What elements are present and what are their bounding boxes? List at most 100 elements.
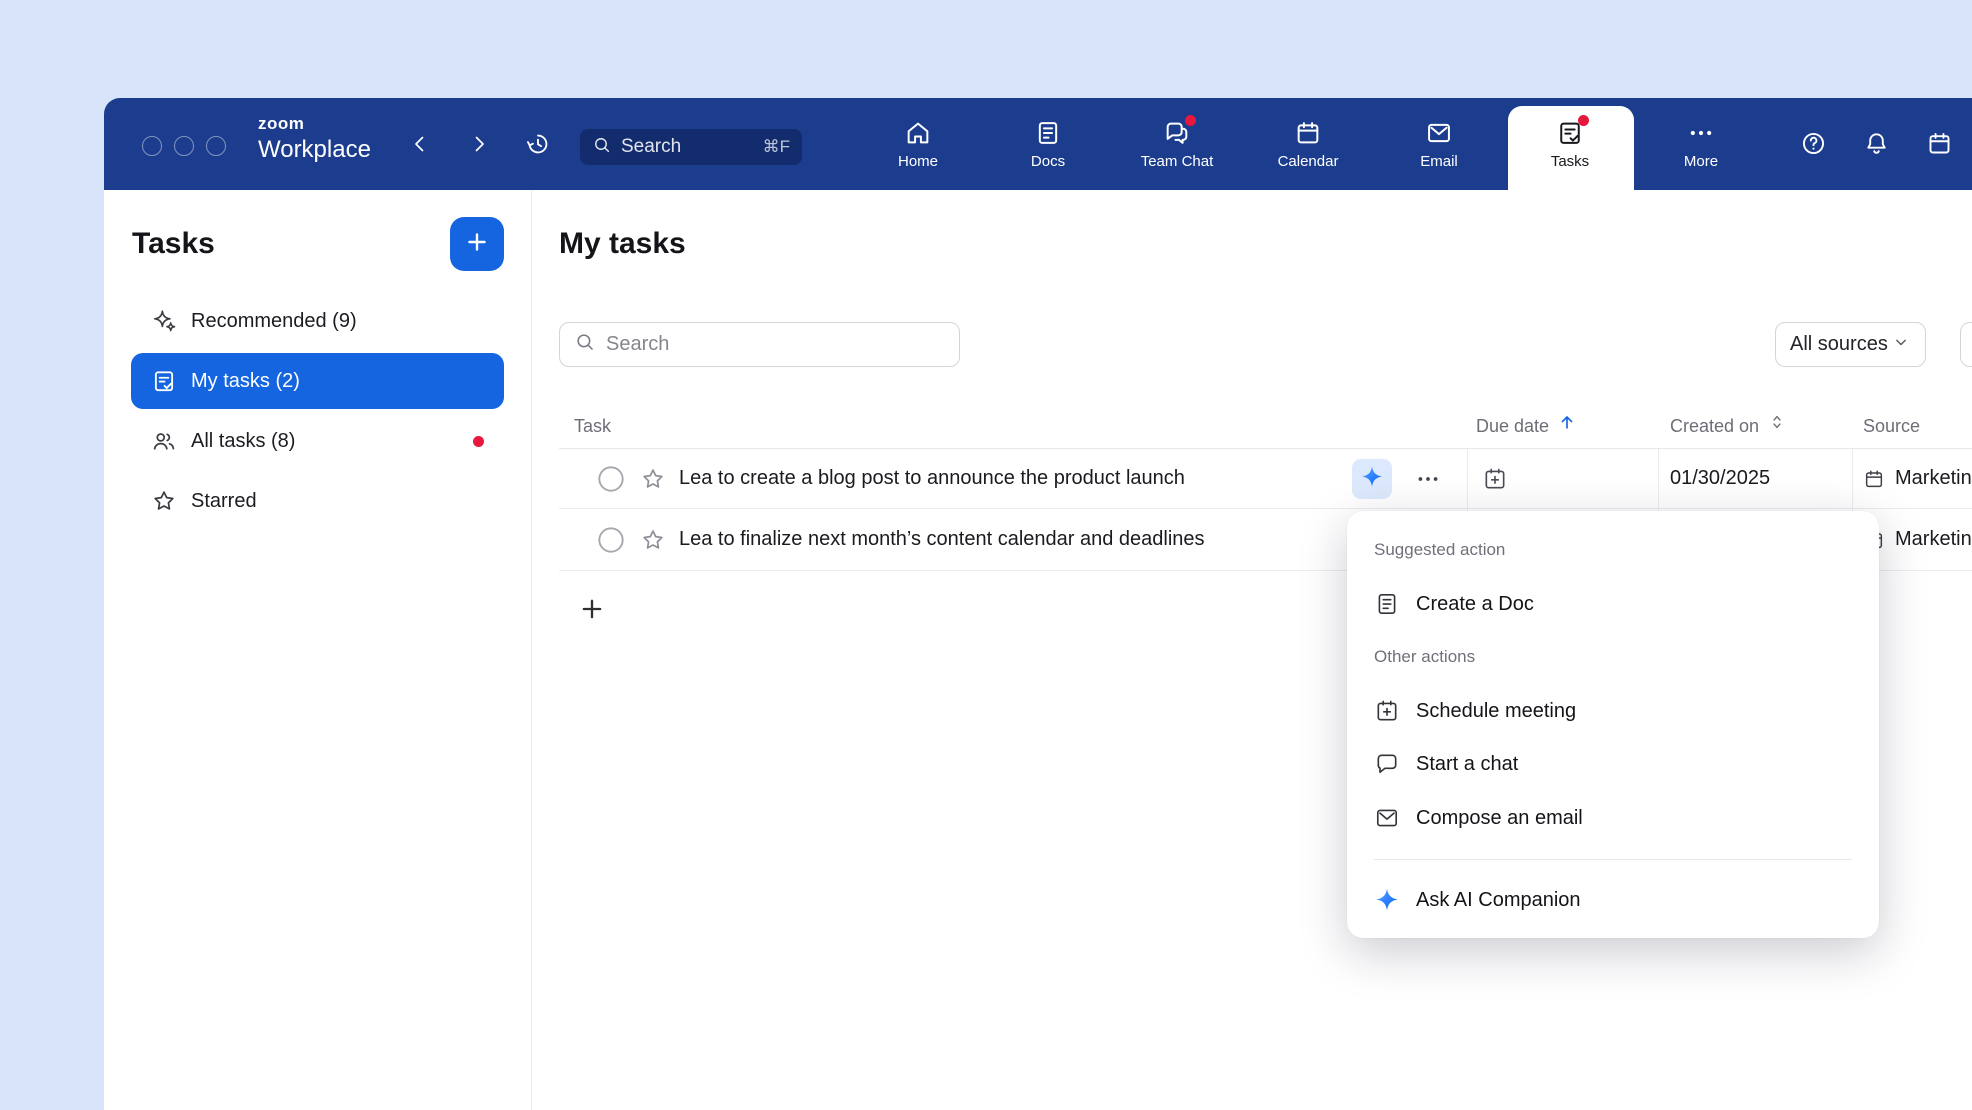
sidebar-item-label: Recommended (9) <box>191 310 357 333</box>
sort-ascending-icon <box>1557 404 1577 449</box>
source-value: Marketing <box>1895 528 1972 551</box>
source-cell: Marketing <box>1863 449 1972 508</box>
window-control-3[interactable] <box>206 136 226 156</box>
plus-icon <box>578 595 606 628</box>
search-shortcut: ⌘F <box>763 137 790 157</box>
window-control-1[interactable] <box>142 136 162 156</box>
table-header: Task Due date Created on Source <box>559 404 1972 449</box>
notifications-button[interactable] <box>1856 126 1896 166</box>
app-window: zoom Workplace Search ⌘F Home Docs <box>104 98 1972 1110</box>
chevron-left-icon <box>408 132 432 161</box>
team-chat-badge <box>1185 115 1196 126</box>
nav-email[interactable]: Email <box>1384 111 1494 177</box>
tasks-badge <box>1578 115 1589 126</box>
history-button[interactable] <box>518 126 558 166</box>
search-icon <box>574 331 596 358</box>
nav-team-chat[interactable]: Team Chat <box>1122 111 1232 177</box>
star-icon <box>151 488 177 514</box>
star-task-icon[interactable] <box>640 466 666 492</box>
bell-icon <box>1863 130 1890 162</box>
sidebar-item-recommended[interactable]: Recommended (9) <box>131 293 504 349</box>
sidebar-list: Recommended (9) My tasks (2) All tasks (… <box>131 293 504 533</box>
window-control-2[interactable] <box>174 136 194 156</box>
schedule-meeting-item[interactable]: Schedule meeting <box>1374 686 1852 736</box>
docs-icon <box>1034 119 1062 147</box>
nav-team-chat-label: Team Chat <box>1141 153 1214 170</box>
task-search-input[interactable] <box>606 333 945 356</box>
add-due-date-icon[interactable] <box>1482 466 1508 492</box>
suggested-actions-popup: Suggested action Create a Doc Other acti… <box>1347 511 1879 938</box>
sidebar-item-starred[interactable]: Starred <box>131 473 504 529</box>
nav-home[interactable]: Home <box>863 111 973 177</box>
logo-workplace-text: Workplace <box>258 138 371 162</box>
column-due-date[interactable]: Due date <box>1476 404 1577 449</box>
sidebar-item-my-tasks[interactable]: My tasks (2) <box>131 353 504 409</box>
sidebar-item-all-tasks[interactable]: All tasks (8) <box>131 413 504 469</box>
back-button[interactable] <box>400 126 440 166</box>
home-icon <box>904 119 932 147</box>
envelope-icon <box>1374 805 1400 831</box>
page-title: My tasks <box>559 227 686 261</box>
popup-section-label: Other actions <box>1374 642 1852 672</box>
calendar-icon <box>1294 119 1322 147</box>
more-icon <box>1687 119 1715 147</box>
more-actions-icon[interactable] <box>1411 467 1445 491</box>
task-title: Lea to create a blog post to announce th… <box>679 449 1185 508</box>
nav-docs[interactable]: Docs <box>993 111 1103 177</box>
sidebar-title: Tasks <box>132 227 215 261</box>
add-new-task-button[interactable] <box>576 595 608 627</box>
created-on-value: 01/30/2025 <box>1670 449 1770 508</box>
start-chat-label: Start a chat <box>1416 753 1518 776</box>
tasks-icon <box>1556 119 1584 147</box>
column-task: Task <box>574 404 611 449</box>
nav-calendar[interactable]: Calendar <box>1253 111 1363 177</box>
column-created-on[interactable]: Created on <box>1670 404 1787 449</box>
nav-more-label: More <box>1684 153 1718 170</box>
source-filter-dropdown[interactable]: All sources <box>1775 322 1926 367</box>
top-bar: zoom Workplace Search ⌘F Home Docs <box>104 98 1972 190</box>
people-icon <box>151 428 177 454</box>
logo-zoom-text: zoom <box>258 115 371 132</box>
create-doc-label: Create a Doc <box>1416 593 1534 616</box>
ask-ai-companion-item[interactable]: Ask AI Companion <box>1374 875 1852 925</box>
compose-email-item[interactable]: Compose an email <box>1374 793 1852 843</box>
task-list-icon <box>151 368 177 394</box>
nav-tasks-label: Tasks <box>1551 153 1589 170</box>
ai-sparkle-icon <box>1374 887 1400 913</box>
schedule-meeting-label: Schedule meeting <box>1416 700 1576 723</box>
source-cell: Marketing <box>1863 509 1972 570</box>
task-row-1[interactable]: Lea to create a blog post to announce th… <box>559 449 1972 509</box>
chat-bubble-icon <box>1374 751 1400 777</box>
forward-button[interactable] <box>459 126 499 166</box>
history-icon <box>525 131 551 162</box>
nav-more[interactable]: More <box>1646 111 1756 177</box>
help-icon <box>1800 130 1827 162</box>
ai-companion-button[interactable] <box>1352 459 1392 499</box>
start-chat-item[interactable]: Start a chat <box>1374 739 1852 789</box>
popup-divider <box>1374 859 1852 860</box>
help-button[interactable] <box>1793 126 1833 166</box>
calendar-icon <box>1863 468 1885 490</box>
nav-calendar-label: Calendar <box>1278 153 1339 170</box>
chevron-down-icon <box>1891 332 1911 358</box>
sort-both-icon <box>1767 404 1787 449</box>
calendar-icon <box>1926 130 1953 162</box>
global-search[interactable]: Search ⌘F <box>580 129 802 165</box>
ai-sparkle-icon <box>1360 465 1384 494</box>
nav-tasks[interactable]: Tasks <box>1515 111 1625 177</box>
complete-task-radio[interactable] <box>597 465 625 493</box>
source-filter-value: All sources <box>1790 333 1888 356</box>
create-doc-item[interactable]: Create a Doc <box>1374 579 1852 629</box>
filter-button-clipped[interactable] <box>1960 322 1972 367</box>
add-task-button[interactable] <box>450 217 504 271</box>
complete-task-radio[interactable] <box>597 526 625 554</box>
nav-docs-label: Docs <box>1031 153 1065 170</box>
task-search[interactable] <box>559 322 960 367</box>
global-search-placeholder: Search <box>621 136 754 158</box>
schedule-button[interactable] <box>1919 126 1959 166</box>
calendar-plus-icon <box>1374 698 1400 724</box>
tasks-sidebar: Tasks Recommended (9) My tasks (2) All t… <box>104 190 532 1110</box>
ask-ai-label: Ask AI Companion <box>1416 889 1581 912</box>
star-task-icon[interactable] <box>640 527 666 553</box>
sidebar-item-label: My tasks (2) <box>191 370 300 393</box>
